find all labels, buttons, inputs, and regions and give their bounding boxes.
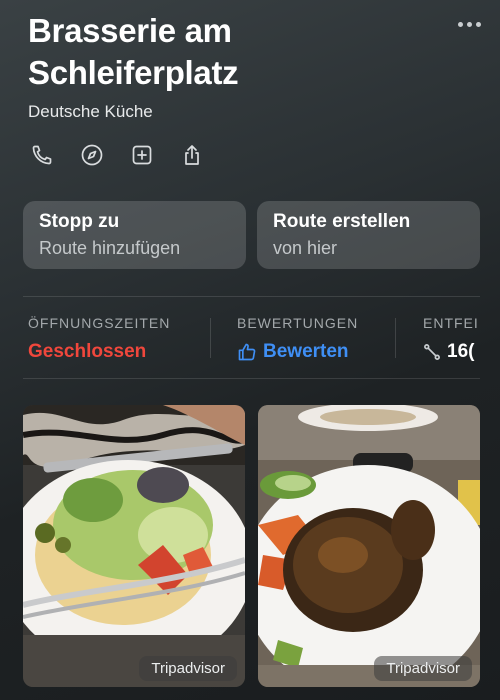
phone-icon[interactable] — [30, 143, 54, 167]
distance-section[interactable]: ENTFEI 16( — [423, 315, 480, 363]
rate-button[interactable]: Bewerten — [237, 341, 358, 363]
create-route-button[interactable]: Route erstellen von hier — [257, 201, 480, 269]
thumbs-up-icon — [238, 343, 256, 361]
salad-photo-image — [23, 405, 245, 687]
hours-status: Geschlossen — [28, 341, 170, 363]
place-category: Deutsche Küche — [28, 102, 153, 121]
photo-source-label: Tripadvisor — [139, 656, 237, 681]
distance-value-row: 16( — [423, 341, 480, 363]
photo-salad[interactable]: Tripadvisor — [23, 405, 245, 687]
distance-value: 16( — [447, 341, 475, 362]
place-title: Brasserie am Schleiferplatz — [28, 12, 239, 91]
add-stop-subtitle: Route hinzufügen — [39, 238, 181, 258]
action-row — [30, 143, 204, 167]
create-route-subtitle: von hier — [273, 238, 338, 258]
create-route-title: Route erstellen — [273, 211, 411, 232]
hours-label: ÖFFNUNGSZEITEN — [28, 315, 171, 331]
add-stop-button[interactable]: Stopp zu Route hinzufügen — [23, 201, 246, 269]
add-to-guide-icon[interactable] — [130, 143, 154, 167]
ratings-section[interactable]: BEWERTUNGEN Bewerten — [237, 315, 358, 363]
photo-source-label: Tripadvisor — [374, 656, 472, 681]
dot — [476, 21, 481, 27]
photo-patty[interactable]: Tripadvisor — [258, 405, 480, 687]
patty-photo-image — [258, 405, 480, 687]
compass-icon[interactable] — [80, 143, 104, 167]
rate-label: Bewerten — [263, 341, 349, 362]
dot — [467, 21, 472, 27]
route-icon — [424, 344, 440, 360]
divider — [23, 296, 480, 297]
dot — [458, 21, 463, 27]
more-options-button[interactable] — [458, 18, 484, 30]
distance-label: ENTFEI — [423, 315, 479, 331]
ratings-label: BEWERTUNGEN — [237, 315, 359, 331]
hours-value: Geschlossen — [28, 341, 147, 362]
divider — [395, 318, 396, 358]
divider — [210, 318, 211, 358]
divider — [23, 378, 480, 379]
hours-section[interactable]: ÖFFNUNGSZEITEN Geschlossen — [28, 315, 170, 363]
share-icon[interactable] — [180, 143, 204, 167]
add-stop-title: Stopp zu — [39, 211, 120, 232]
